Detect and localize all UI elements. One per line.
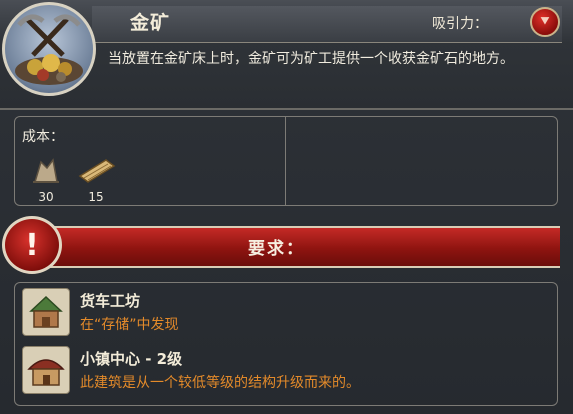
alert-icon: ! bbox=[2, 216, 62, 274]
gold-mine-icon bbox=[2, 2, 96, 96]
stone-resource: 30 bbox=[26, 158, 66, 204]
cart-workshop-icon bbox=[22, 288, 70, 336]
stone-amount: 30 bbox=[38, 190, 54, 204]
list-item: 货车工坊 在“存储”中发现 bbox=[22, 288, 542, 344]
chevron-down-icon: ⯆ bbox=[539, 14, 551, 30]
wood-resource: 15 bbox=[76, 158, 116, 204]
collapse-button[interactable]: ⯆ bbox=[530, 7, 560, 37]
cost-divider bbox=[285, 116, 286, 206]
list-item: 小镇中心 - 2级 此建筑是从一个较低等级的结构升级而来的。 bbox=[22, 346, 542, 402]
requirement-note: 在“存储”中发现 bbox=[80, 317, 179, 333]
town-center-icon bbox=[22, 346, 70, 394]
requirement-name: 货车工坊 bbox=[80, 292, 141, 310]
attractiveness-label: 吸引力： bbox=[432, 16, 488, 32]
cost-label: 成本： bbox=[22, 129, 64, 145]
wood-amount: 15 bbox=[88, 190, 104, 204]
building-info-panel: 金矿 吸引力： ⯆ 当放置在金矿床上时，金矿可为矿工提供一个收获金矿石的地方。 … bbox=[0, 0, 573, 414]
building-title: 金矿 bbox=[130, 12, 171, 34]
requirements-title: 要求： bbox=[248, 239, 305, 259]
building-description: 当放置在金矿床上时，金矿可为矿工提供一个收获金矿石的地方。 bbox=[108, 51, 514, 67]
stone-resource-icon bbox=[33, 158, 59, 183]
wood-planks-icon bbox=[78, 159, 116, 183]
requirement-name: 小镇中心 - 2级 bbox=[80, 350, 183, 368]
requirement-note: 此建筑是从一个较低等级的结构升级而来的。 bbox=[80, 375, 360, 391]
